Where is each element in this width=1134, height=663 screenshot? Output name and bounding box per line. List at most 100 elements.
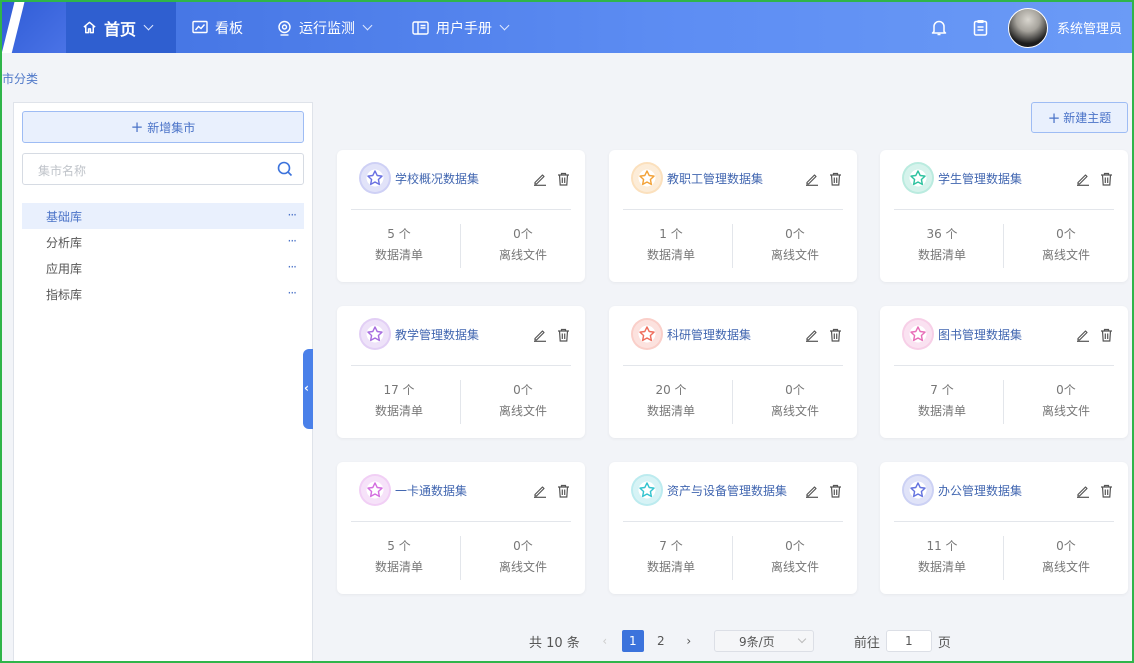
trash-icon[interactable] (557, 328, 570, 342)
more-icon[interactable]: ··· (288, 260, 298, 274)
prev-page-button[interactable]: ‹ (594, 630, 616, 652)
sidebar-item-analysis[interactable]: 分析库 ··· (22, 229, 304, 255)
offline-file-stat[interactable]: 0个 离线文件 (473, 536, 573, 578)
edit-icon[interactable] (805, 172, 819, 186)
divider (732, 536, 733, 580)
nav-item-board[interactable]: 看板 (192, 2, 243, 53)
dataset-count-stat[interactable]: 5 个数据清单 (349, 536, 449, 578)
dataset-count-stat[interactable]: 7 个数据清单 (621, 536, 721, 578)
add-market-button[interactable]: + 新增集市 (22, 111, 304, 143)
edit-icon[interactable] (1076, 172, 1090, 186)
trash-icon[interactable] (1100, 172, 1113, 186)
dataset-title[interactable]: 学校概况数据集 (395, 170, 535, 187)
more-icon[interactable]: ··· (288, 286, 298, 300)
edit-icon[interactable] (805, 484, 819, 498)
offline-file-stat[interactable]: 0个 离线文件 (1016, 224, 1116, 266)
bell-icon[interactable] (931, 19, 947, 36)
dataset-title[interactable]: 资产与设备管理数据集 (667, 482, 807, 499)
dataset-count: 1 个 (659, 227, 683, 241)
clipboard-icon[interactable] (973, 19, 988, 36)
offline-file-stat[interactable]: 0个 离线文件 (745, 224, 845, 266)
divider (732, 380, 733, 424)
goto-page-input[interactable]: 1 (885, 630, 932, 652)
sidebar-item-base[interactable]: 基础库 ··· (22, 203, 304, 229)
dataset-count-stat[interactable]: 1 个数据清单 (621, 224, 721, 266)
next-page-button[interactable]: › (678, 630, 700, 652)
dataset-title[interactable]: 学生管理数据集 (938, 170, 1078, 187)
edit-icon[interactable] (533, 172, 547, 186)
dataset-card[interactable]: 教学管理数据集 17 个数据清单 0个 离线文件 (337, 306, 585, 438)
divider (894, 521, 1114, 522)
dataset-title[interactable]: 办公管理数据集 (938, 482, 1078, 499)
star-icon (904, 320, 932, 348)
edit-icon[interactable] (533, 484, 547, 498)
page-number[interactable]: 2 (650, 630, 672, 652)
offline-file-count: 0个 (785, 227, 805, 241)
sidebar-item-metric[interactable]: 指标库 ··· (22, 281, 304, 307)
user-name[interactable]: 系统管理员 (1057, 18, 1122, 37)
home-icon (83, 21, 96, 34)
dataset-card[interactable]: 学校概况数据集 5 个数据清单 0个 离线文件 (337, 150, 585, 282)
more-icon[interactable]: ··· (288, 234, 298, 248)
dataset-title[interactable]: 一卡通数据集 (395, 482, 535, 499)
offline-file-label: 离线文件 (1041, 248, 1090, 262)
edit-icon[interactable] (805, 328, 819, 342)
dataset-count-stat[interactable]: 7 个数据清单 (892, 380, 992, 422)
dataset-card[interactable]: 学生管理数据集 36 个数据清单 0个 离线文件 (880, 150, 1128, 282)
more-icon[interactable]: ··· (288, 208, 298, 222)
sidebar-item-label: 指标库 (46, 287, 83, 302)
dataset-card[interactable]: 科研管理数据集 20 个数据清单 0个 离线文件 (609, 306, 857, 438)
dataset-count-stat[interactable]: 20 个数据清单 (621, 380, 721, 422)
dataset-card[interactable]: 办公管理数据集 11 个数据清单 0个 离线文件 (880, 462, 1128, 594)
dataset-card[interactable]: 一卡通数据集 5 个数据清单 0个 离线文件 (337, 462, 585, 594)
new-theme-button[interactable]: + 新建主题 (1031, 102, 1128, 133)
dataset-title[interactable]: 科研管理数据集 (667, 326, 807, 343)
trash-icon[interactable] (829, 328, 842, 342)
dataset-title[interactable]: 图书管理数据集 (938, 326, 1078, 343)
trash-icon[interactable] (1100, 328, 1113, 342)
offline-file-label: 离线文件 (498, 248, 547, 262)
offline-file-stat[interactable]: 0个 离线文件 (745, 380, 845, 422)
dataset-count-stat[interactable]: 5 个数据清单 (349, 224, 449, 266)
goto-page: 前往 1 页 (854, 630, 951, 652)
dataset-card[interactable]: 教职工管理数据集 1 个数据清单 0个 离线文件 (609, 150, 857, 282)
offline-file-stat[interactable]: 0个 离线文件 (1016, 536, 1116, 578)
edit-icon[interactable] (1076, 328, 1090, 342)
dataset-card[interactable]: 图书管理数据集 7 个数据清单 0个 离线文件 (880, 306, 1128, 438)
trash-icon[interactable] (557, 172, 570, 186)
dataset-count-stat[interactable]: 17 个数据清单 (349, 380, 449, 422)
dataset-title[interactable]: 教职工管理数据集 (667, 170, 807, 187)
dataset-count-stat[interactable]: 36 个数据清单 (892, 224, 992, 266)
offline-file-label: 离线文件 (1041, 560, 1090, 574)
trash-icon[interactable] (557, 484, 570, 498)
page-size-select[interactable]: 9条/页 (713, 630, 814, 652)
offline-file-stat[interactable]: 0个 离线文件 (1016, 380, 1116, 422)
dataset-count-stat[interactable]: 11 个数据清单 (892, 536, 992, 578)
offline-file-stat[interactable]: 0个 离线文件 (745, 536, 845, 578)
trash-icon[interactable] (1100, 484, 1113, 498)
trash-icon[interactable] (829, 172, 842, 186)
sidebar-item-label: 应用库 (46, 261, 83, 276)
divider (460, 224, 461, 268)
edit-icon[interactable] (1076, 484, 1090, 498)
nav-board-label: 看板 (215, 20, 243, 37)
sidebar-collapse-toggle[interactable]: ‹ (303, 349, 313, 429)
search-icon[interactable] (277, 161, 293, 177)
avatar[interactable] (1007, 7, 1048, 48)
dataset-card[interactable]: 资产与设备管理数据集 7 个数据清单 0个 离线文件 (609, 462, 857, 594)
dataset-count-label: 数据清单 (917, 248, 966, 262)
nav-item-manual[interactable]: 用户手册 (412, 2, 510, 53)
offline-file-stat[interactable]: 0个 离线文件 (473, 224, 573, 266)
nav-right: 系统管理员 (931, 2, 1122, 53)
star-icon (633, 476, 661, 504)
edit-icon[interactable] (533, 328, 547, 342)
search-input[interactable]: 集市名称 (22, 153, 304, 185)
dataset-title[interactable]: 教学管理数据集 (395, 326, 535, 343)
sidebar-item-app[interactable]: 应用库 ··· (22, 255, 304, 281)
page-number-current[interactable]: 1 (621, 630, 644, 652)
offline-file-stat[interactable]: 0个 离线文件 (473, 380, 573, 422)
trash-icon[interactable] (829, 484, 842, 498)
nav-item-monitor[interactable]: 运行监测 (277, 2, 373, 53)
nav-item-home[interactable]: 首页 (66, 2, 176, 53)
divider (1003, 536, 1004, 580)
